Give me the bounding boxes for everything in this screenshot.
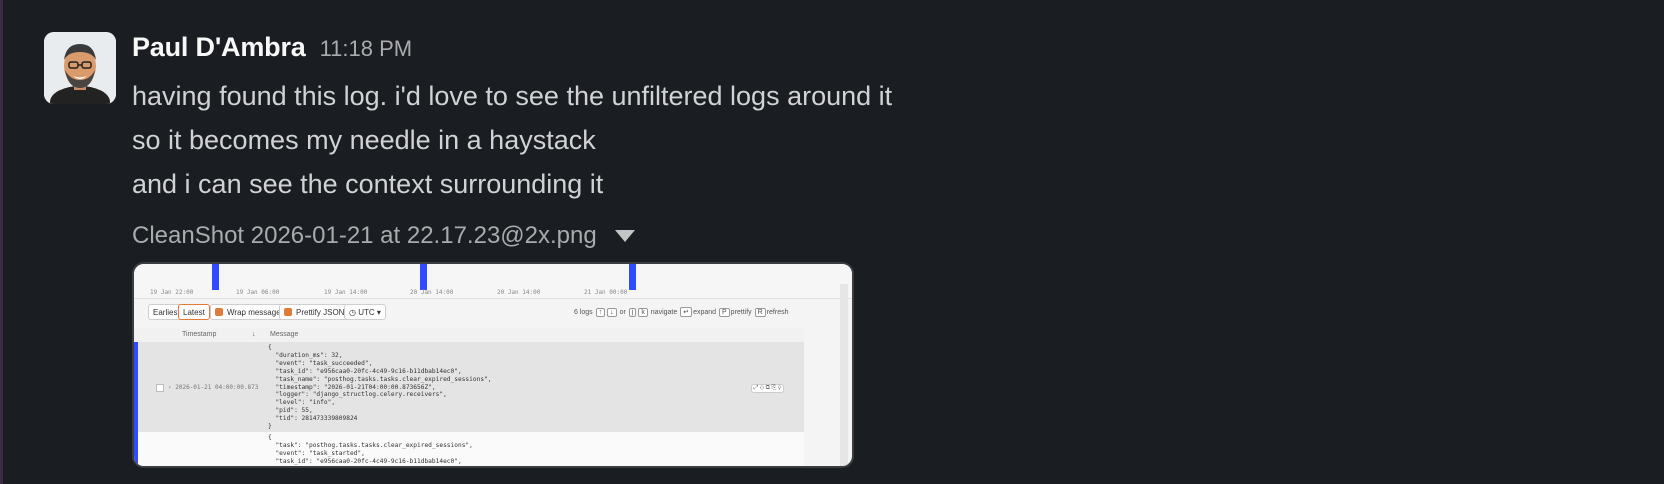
attachment-image-preview[interactable]: 19 Jan 22:00 19 Jan 06:00 19 Jan 14:00 2… bbox=[132, 262, 854, 468]
preview-scrollbar bbox=[840, 284, 848, 466]
row-timestamp-text: 2026-01-21 04:00:00.873 bbox=[175, 384, 259, 391]
message-header: Paul D'Ambra 11:18 PM bbox=[132, 32, 1232, 68]
wrap-label: Wrap message bbox=[227, 308, 281, 317]
timeline-label: 20 Jan 14:00 bbox=[410, 289, 454, 296]
timeline-label: 21 Jan 00:00 bbox=[584, 289, 628, 296]
avatar[interactable] bbox=[44, 32, 116, 104]
row-checkbox bbox=[156, 384, 164, 392]
timeline-bar bbox=[420, 264, 427, 290]
message-body: having found this log. i'd love to see t… bbox=[132, 74, 1232, 206]
row-json: { "task": "posthog.tasks.tasks.clear_exp… bbox=[268, 434, 473, 465]
message-content: Paul D'Ambra 11:18 PM having found this … bbox=[132, 32, 1232, 468]
row-json: { "duration_ms": 32, "event": "task_succ… bbox=[268, 344, 492, 431]
checkbox-checked-icon bbox=[284, 308, 292, 316]
refresh-hint: refresh bbox=[766, 309, 789, 316]
timeline-bar bbox=[629, 264, 636, 290]
row-timestamp: › 2026-01-21 04:00:00.873 bbox=[168, 384, 259, 391]
navigate-hint: navigate bbox=[650, 309, 678, 316]
col-message: Message bbox=[270, 331, 299, 338]
row-tools-icon: ⤢ ⟨⟩ ⧉ ⎘ ⚲ bbox=[750, 384, 784, 393]
timezone-label: UTC bbox=[358, 308, 375, 317]
attachment-header: CleanShot 2026-01-21 at 22.17.23@2x.png bbox=[132, 218, 1232, 254]
latest-button: Latest bbox=[178, 304, 210, 320]
wrap-message-toggle: Wrap message bbox=[210, 304, 286, 320]
message-line: and i can see the context surrounding it bbox=[132, 169, 604, 199]
attachment-filename[interactable]: CleanShot 2026-01-21 at 22.17.23@2x.png bbox=[132, 222, 597, 250]
message-line: having found this log. i'd love to see t… bbox=[132, 81, 893, 111]
prettify-hint: prettify bbox=[730, 309, 752, 316]
col-timestamp: Timestamp bbox=[182, 331, 217, 338]
preview-log-row: { "task": "posthog.tasks.tasks.clear_exp… bbox=[134, 432, 804, 466]
message-timestamp[interactable]: 11:18 PM bbox=[320, 36, 413, 62]
timeline-label: 20 Jan 14:00 bbox=[497, 289, 541, 296]
caret-down-icon[interactable] bbox=[614, 230, 635, 242]
sender-name[interactable]: Paul D'Ambra bbox=[132, 32, 306, 63]
channel-left-rail bbox=[0, 0, 3, 484]
preview-log-row: › 2026-01-21 04:00:00.873 { "duration_ms… bbox=[134, 342, 804, 432]
prettify-json-toggle: Prettify JSON bbox=[279, 304, 350, 320]
sort-arrow-icon: ↓ bbox=[252, 331, 256, 338]
message-line: so it becomes my needle in a haystack bbox=[132, 125, 596, 155]
timeline-label: 19 Jan 22:00 bbox=[150, 289, 194, 296]
timeline-label: 19 Jan 06:00 bbox=[236, 289, 280, 296]
expand-hint: expand bbox=[693, 309, 717, 316]
timeline-bar bbox=[212, 264, 219, 290]
checkbox-checked-icon bbox=[215, 308, 223, 316]
preview-table-header: Timestamp ↓ Message bbox=[134, 328, 804, 343]
preview-toolbar: Earliest Latest Wrap message Prettify JS… bbox=[134, 304, 852, 324]
keyboard-hints: 6 logs ↑ ↓ or jk navigate ↵ expand Ppretti… bbox=[574, 307, 789, 317]
prettify-label: Prettify JSON bbox=[296, 308, 345, 317]
timezone-select: ◷ UTC ▾ bbox=[344, 304, 386, 320]
preview-timeline: 19 Jan 22:00 19 Jan 06:00 19 Jan 14:00 2… bbox=[134, 264, 852, 299]
timeline-label: 19 Jan 14:00 bbox=[324, 289, 368, 296]
logs-count: 6 logs bbox=[574, 309, 593, 316]
